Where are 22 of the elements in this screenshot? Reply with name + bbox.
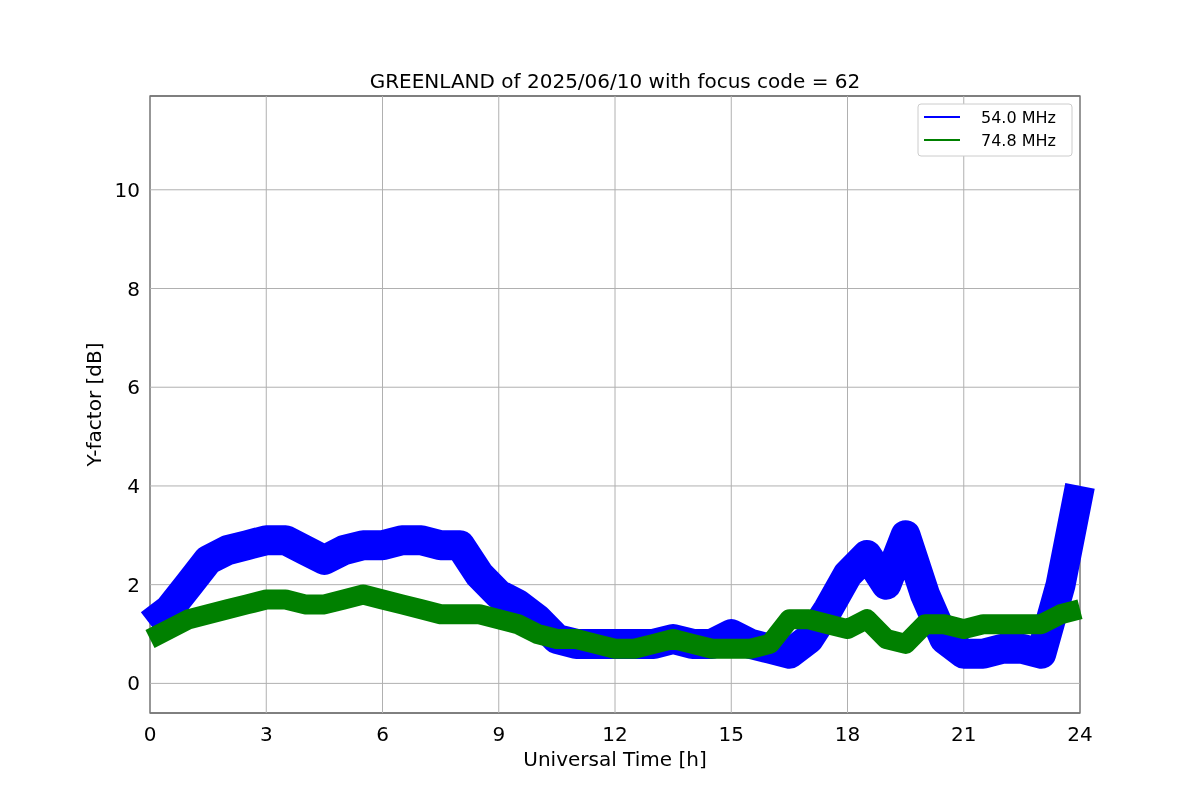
x-tick-label: 24: [1067, 722, 1093, 746]
y-tick-label: 10: [114, 177, 140, 202]
legend-label: 54.0 MHz: [981, 108, 1056, 127]
y-axis-label: Y-factor [dB]: [82, 342, 106, 467]
legend-line: [923, 139, 961, 141]
chart-title: GREENLAND of 2025/06/10 with focus code = 62: [369, 69, 861, 93]
y-tick-label: 8: [127, 276, 140, 301]
x-axis-label: Universal Time [h]: [523, 747, 707, 771]
y-tick-label: 6: [127, 375, 140, 400]
y-tick-label: 0: [127, 671, 140, 696]
x-tick-label: 15: [718, 722, 744, 746]
x-tick-label: 6: [376, 722, 389, 746]
y-tick-label: 2: [127, 572, 140, 597]
y-tick-label: 4: [127, 473, 140, 498]
x-tick-label: 9: [492, 722, 506, 746]
legend-label: 74.8 MHz: [981, 131, 1056, 150]
x-tick-label: 0: [143, 722, 157, 746]
legend-line: [923, 116, 961, 118]
x-tick-label: 12: [602, 722, 628, 746]
x-tick-label: 18: [834, 722, 861, 746]
x-tick-label: 3: [259, 722, 273, 746]
x-tick-label: 21: [951, 722, 977, 746]
